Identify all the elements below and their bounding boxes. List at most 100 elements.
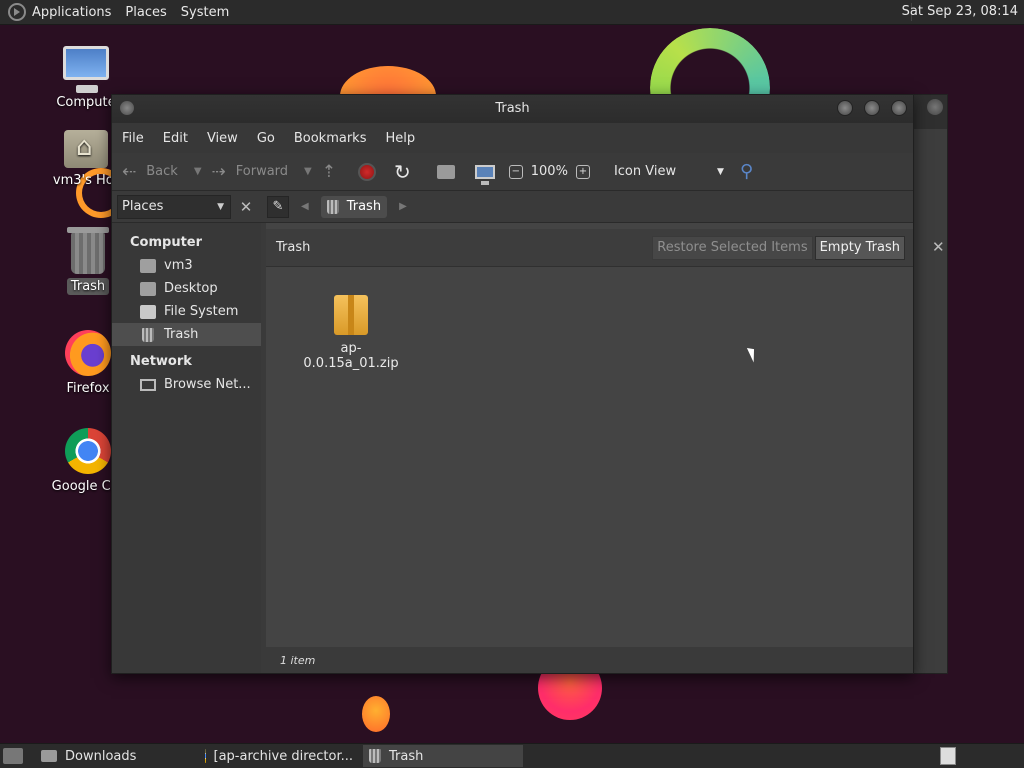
statusbar: 1 item <box>266 647 913 673</box>
system-menu[interactable]: System <box>181 5 229 20</box>
sidebar-heading-network: Network <box>130 354 192 369</box>
window-button-icon[interactable] <box>927 99 943 115</box>
sidebar-item-label: vm3 <box>164 258 193 273</box>
sidebar-item-label: Desktop <box>164 281 218 296</box>
crumb-left-arrow-icon[interactable]: ◀ <box>301 201 309 212</box>
clock[interactable]: Sat Sep 23, 08:14 <box>902 4 1018 19</box>
trash-icon <box>326 199 339 214</box>
zip-archive-icon <box>334 295 368 335</box>
taskbar-item-downloads[interactable]: Downloads <box>35 745 195 767</box>
reload-button[interactable]: ↻ <box>394 157 421 187</box>
computer-icon <box>474 164 495 185</box>
sidebar-item-trash[interactable]: Trash <box>112 323 261 346</box>
back-history-dropdown-icon[interactable]: ▼ <box>194 166 202 177</box>
infobar-title: Trash <box>276 240 311 255</box>
window-body: Computer vm3 Desktop File System Trash N… <box>112 223 913 673</box>
firefox-icon <box>65 330 111 376</box>
sidebar-type-value: Places <box>122 199 164 214</box>
breadcrumb-trash[interactable]: Trash <box>320 195 388 218</box>
trash-icon <box>142 327 154 342</box>
file-item[interactable]: ap-0.0.15a_01.zip <box>296 295 406 371</box>
sidebar-close-icon[interactable]: ✕ <box>235 196 257 218</box>
home-folder-icon <box>436 164 455 179</box>
restore-selected-button[interactable]: Restore Selected Items <box>652 235 813 260</box>
places-menu[interactable]: Places <box>125 5 166 20</box>
file-view[interactable]: Trash Restore Selected Items Empty Trash… <box>266 223 913 673</box>
distro-logo-icon[interactable] <box>8 3 26 21</box>
maximize-button[interactable] <box>864 100 880 116</box>
chrome-icon <box>205 749 206 763</box>
chevron-down-icon: ▼ <box>217 201 224 212</box>
home-folder-icon <box>64 130 108 168</box>
minimize-button[interactable] <box>837 100 853 116</box>
zoom-out-icon[interactable]: − <box>508 164 523 179</box>
file-name: ap-0.0.15a_01.zip <box>303 341 399 371</box>
sidebar-item-file-system[interactable]: File System <box>112 300 261 323</box>
menu-go[interactable]: Go <box>257 131 275 146</box>
infobar-close-icon[interactable]: ✕ <box>932 238 945 256</box>
menu-bookmarks[interactable]: Bookmarks <box>294 131 367 146</box>
applications-menu[interactable]: Applications <box>32 5 111 20</box>
taskbar-item-label: Trash <box>389 748 424 764</box>
zoom-in-icon[interactable]: + <box>575 164 590 179</box>
sidebar-item-vm3[interactable]: vm3 <box>112 254 261 277</box>
sidebar-type-select[interactable]: Places ▼ <box>117 194 231 219</box>
back-label: Back <box>146 164 178 179</box>
sidebar: Computer vm3 Desktop File System Trash N… <box>112 223 261 673</box>
window-menu-icon[interactable] <box>120 101 134 115</box>
top-panel: Applications Places System Sat Sep 23, 0… <box>0 0 1024 25</box>
zoom-level[interactable]: 100% <box>531 164 568 179</box>
home-folder-icon <box>140 258 156 273</box>
forward-button[interactable]: ⇢ Forward ▼ <box>212 157 312 187</box>
chevron-down-icon: ▼ <box>717 166 724 177</box>
close-button[interactable] <box>891 100 907 116</box>
stop-button[interactable] <box>358 157 376 187</box>
wallpaper-blob-small <box>362 696 390 732</box>
forward-history-dropdown-icon[interactable]: ▼ <box>304 166 312 177</box>
forward-arrow-icon: ⇢ <box>211 161 226 182</box>
file-manager-window: Trash File Edit View Go Bookmarks Help ⇠… <box>111 94 914 674</box>
breadcrumb-label: Trash <box>346 199 382 214</box>
folder-icon <box>41 750 57 762</box>
zoom-controls: − 100% + <box>508 157 590 187</box>
menu-view[interactable]: View <box>207 131 238 146</box>
back-arrow-icon: ⇠ <box>122 161 137 182</box>
taskbar-item-label: [ap-archive director... <box>213 748 354 764</box>
crumb-right-arrow-icon[interactable]: ▶ <box>399 201 407 212</box>
desktop-icon-label: Trash <box>66 278 110 295</box>
view-mode-select[interactable]: Icon View ▼ <box>614 164 724 179</box>
trash-icon <box>369 749 381 763</box>
toolbar: ⇠ Back ▼ ⇢ Forward ▼ ⇡ ↻ − 100% + Icon V… <box>112 153 913 191</box>
show-desktop-icon[interactable] <box>3 748 23 764</box>
sidebar-item-label: File System <box>164 304 239 319</box>
sidebar-item-desktop[interactable]: Desktop <box>112 277 261 300</box>
drive-icon <box>140 304 156 319</box>
computer-button[interactable] <box>474 157 495 187</box>
chrome-icon <box>65 428 111 474</box>
window-titlebar[interactable]: Trash <box>112 95 913 123</box>
workspace-switcher-icon[interactable] <box>940 747 956 765</box>
home-button[interactable] <box>436 157 455 187</box>
up-button[interactable]: ⇡ <box>322 157 348 187</box>
window-title: Trash <box>495 101 530 116</box>
location-bar: Places ▼ ✕ ✎ ◀ Trash ▶ <box>112 191 913 223</box>
taskbar-item-trash[interactable]: Trash <box>363 745 523 767</box>
edit-location-icon[interactable]: ✎ <box>267 195 289 218</box>
desktop-icon-label: Firefox <box>66 381 110 396</box>
menu-edit[interactable]: Edit <box>163 131 188 146</box>
menu-help[interactable]: Help <box>385 131 415 146</box>
desktop-folder-icon <box>140 281 156 296</box>
menu-file[interactable]: File <box>122 131 144 146</box>
menubar: File Edit View Go Bookmarks Help <box>112 123 913 153</box>
computer-icon <box>63 46 109 93</box>
network-icon <box>140 378 156 391</box>
reload-icon: ↻ <box>394 159 411 184</box>
taskbar-item-chrome[interactable]: [ap-archive director... <box>199 745 359 767</box>
empty-trash-button[interactable]: Empty Trash <box>814 235 905 260</box>
back-button[interactable]: ⇠ Back ▼ <box>122 157 202 187</box>
stop-icon <box>358 162 376 181</box>
search-icon[interactable]: ⚲ <box>740 161 753 182</box>
sidebar-heading-computer: Computer <box>130 235 203 250</box>
sidebar-item-browse-network[interactable]: Browse Net... <box>112 373 261 396</box>
up-arrow-icon: ⇡ <box>321 161 336 182</box>
